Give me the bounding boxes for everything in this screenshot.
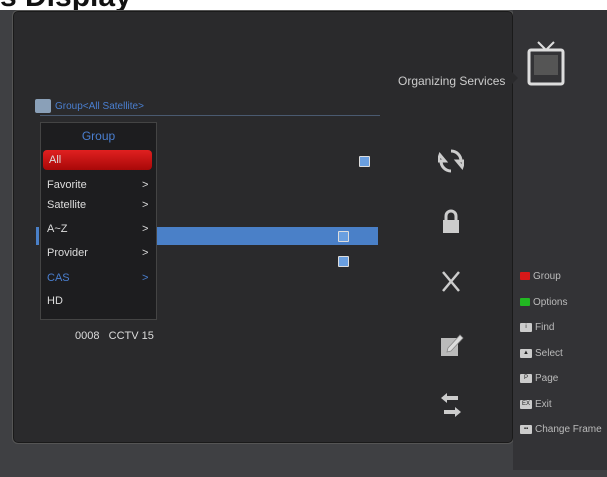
legend-select: ▲ Select [520,348,563,359]
chevron-right-icon: > [142,247,149,259]
menu-item-label: All [49,154,62,166]
menu-item-label: HD [47,295,63,307]
screen: s Display Organizing Services Group<All … [0,0,607,477]
chevron-right-icon: > [142,272,149,284]
tv-icon [527,41,565,86]
selection-marker [36,227,39,245]
menu-item-label: Provider [47,247,88,259]
channel-row[interactable]: 0008 CCTV 15 [75,330,154,342]
find-key-icon: i [520,322,532,332]
legend-page: P Page [520,373,558,384]
page-title: Organizing Services [398,74,506,88]
channel-number: 0008 [75,330,100,342]
menu-item-favorite[interactable]: Favorite > [41,175,156,195]
menu-item-label: Favorite [47,179,87,191]
back-icon[interactable] [438,392,464,418]
legend-options: Options [520,297,567,308]
menu-item-all[interactable]: All [43,150,152,170]
red-key-icon [520,272,530,281]
menu-item-hd[interactable]: HD [41,291,156,311]
ok-key-icon: ▲ [520,348,532,358]
legend-find: i Find [520,322,554,333]
hd-badge-icon [359,156,370,167]
delete-icon[interactable] [438,268,464,294]
exit-key-icon: EX [520,399,532,409]
legend-exit: EX Exit [520,399,552,410]
green-key-icon [520,298,530,307]
title-pointer [508,68,518,88]
move-icon[interactable] [438,148,464,174]
satellite-icon [35,99,51,113]
frame-key-icon: ▪▪ [520,424,532,434]
lock-icon[interactable] [438,208,464,234]
top-strip: s Display [0,0,607,13]
menu-item-a-z[interactable]: A~Z > [41,219,156,239]
group-menu-title: Group [81,129,116,143]
legend-group: Group [520,271,561,282]
menu-item-satellite[interactable]: Satellite > [41,195,156,215]
page-key-icon: P [520,373,532,383]
menu-item-cas[interactable]: CAS > [41,268,156,288]
header-divider [40,115,380,116]
chevron-right-icon: > [142,223,149,235]
menu-item-provider[interactable]: Provider > [41,243,156,263]
menu-item-label: Satellite [47,199,87,211]
group-menu: Group All Favorite > Satellite > A~Z > P… [40,122,157,320]
chevron-right-icon: > [142,179,149,191]
breadcrumb-text: Group<All Satellite> [55,101,144,112]
move-mark-icon [338,256,349,267]
chevron-right-icon: > [142,199,149,211]
rename-icon[interactable] [438,332,464,358]
menu-item-label: CAS [47,272,70,284]
legend-change-frame: ▪▪ Change Frame [520,424,602,435]
channel-name: CCTV 15 [108,330,154,342]
menu-item-label: A~Z [47,223,68,235]
move-mark-icon [338,231,349,242]
